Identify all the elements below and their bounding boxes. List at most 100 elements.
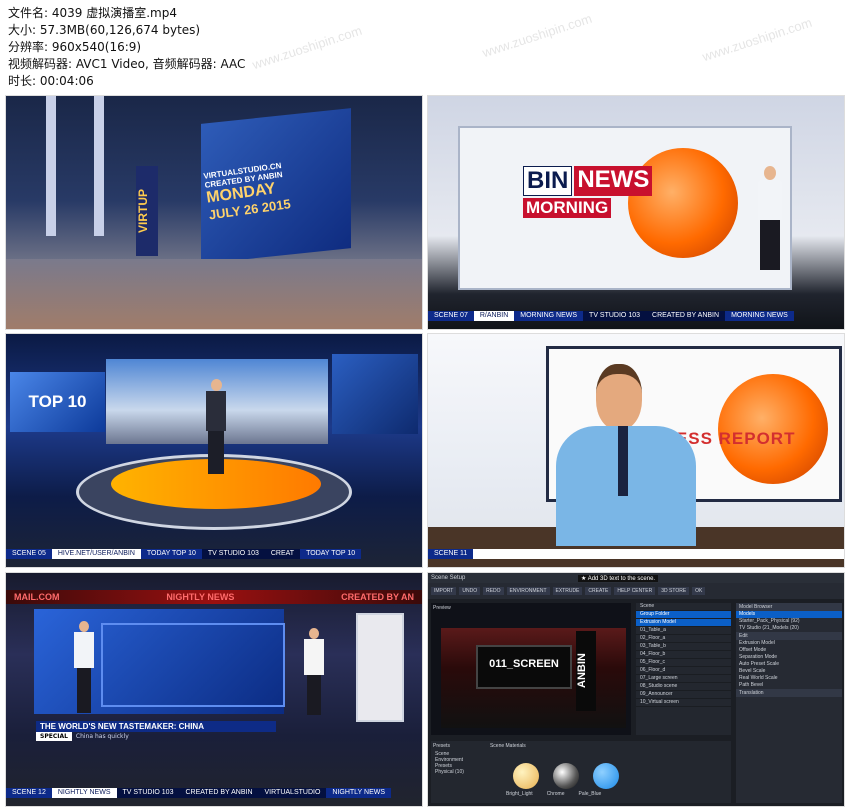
create-button[interactable]: CREATE [585, 587, 612, 595]
model-browser-label: Model Browser [736, 603, 842, 611]
info-codec: 视频解码器: AVC1 Video, 音频解码器: AAC [8, 57, 246, 71]
screen-inset [101, 623, 285, 707]
news-ticker: SCENE 12 NIGHTLY NEWS TV STUDIO 103 CREA… [6, 788, 422, 798]
news-ticker: SCENE 05 HIVE.NET/USER/ANBIN TODAY TOP 1… [6, 549, 422, 559]
edit-row[interactable]: Auto Preset Scale [736, 661, 842, 668]
ticker-item: CREATED BY ANBIN [646, 311, 726, 321]
logo-news: NEWS [574, 166, 653, 196]
material-bright-light[interactable] [513, 763, 539, 789]
redo-button[interactable]: REDO [483, 587, 504, 595]
scene-materials-label: Scene Materials [489, 743, 526, 749]
presenter [758, 166, 782, 276]
studio-pillar [94, 96, 104, 236]
banner-mid: NIGHTLY NEWS [166, 592, 235, 602]
ticker-scene: SCENE 05 [6, 549, 52, 559]
model-row[interactable]: Starter_Pack_Physical (92) [736, 618, 842, 625]
material-label: Pale_Blue [578, 791, 602, 797]
thumbnail-1[interactable]: VIRTUP VIRTUALSTUDIO.CN CREATED BY ANBIN… [5, 95, 423, 330]
edit-row[interactable]: Extrusion Model [736, 640, 842, 647]
environment-button[interactable]: ENVIRONMENT [506, 587, 550, 595]
portrait-frame [356, 613, 404, 722]
info-size: 大小: 57.3MB(60,126,674 bytes) [8, 23, 201, 37]
help-center-button[interactable]: HELP CENTER [614, 587, 656, 595]
info-resolution: 分辨率: 960x540(16:9) [8, 40, 142, 54]
scene-row[interactable]: 03_Table_b [636, 643, 731, 651]
ticker-item: CREAT [264, 549, 301, 559]
material-chrome[interactable] [553, 763, 579, 789]
banner-left: MAIL.COM [14, 592, 60, 602]
edit-row[interactable]: Separation Mode [736, 654, 842, 661]
thumbnail-3[interactable]: TOP 10 SCENE 05 HIVE.NET/USER/ANBIN TODA… [5, 333, 423, 568]
tooltip: ★ Add 3D text to the scene. [578, 575, 659, 582]
ticker-item: R/ANBIN [473, 311, 515, 321]
ok-button[interactable]: OK [692, 587, 706, 595]
banner-right: CREATED BY AN [341, 592, 414, 602]
watermark: www.zuoshipin.com [250, 22, 364, 73]
translation-label: Translation [736, 689, 842, 697]
top10-panel: TOP 10 [10, 372, 105, 432]
logo-bin: BIN [523, 166, 573, 196]
ticker-scene: SCENE 07 [428, 311, 474, 321]
model-row[interactable]: TV Studio (21_Models (20) [736, 625, 842, 632]
news-ticker: SCENE 07 R/ANBIN MORNING NEWS TV STUDIO … [428, 311, 844, 321]
scene-row[interactable]: Group Folder [636, 611, 731, 619]
preview-screen-text: 011_SCREEN [476, 645, 572, 689]
presets-label: Presets [433, 743, 450, 749]
scene-row[interactable]: 10_Virtual screen [636, 699, 731, 707]
watermark: www.zuoshipin.com [700, 14, 814, 65]
info-header: 文件名: 4039 虚拟演播室.mp4 大小: 57.3MB(60,126,67… [8, 5, 245, 90]
top-banner: MAIL.COM NIGHTLY NEWS CREATED BY AN [6, 590, 422, 604]
scene-panel: Scene Group Folder Extrusion Model 01_Ta… [636, 603, 731, 735]
ticker-item: HIVE.NET/USER/ANBIN [51, 549, 141, 559]
scene-row[interactable]: Extrusion Model [636, 619, 731, 627]
scene-row[interactable]: 07_Large screen [636, 675, 731, 683]
import-button[interactable]: IMPORT [431, 587, 457, 595]
news-ticker: SCENE 11 [428, 549, 844, 559]
side-panel: Model Browser Models Starter_Pack_Physic… [736, 603, 842, 803]
presenter-male [74, 621, 94, 713]
side-panel [332, 354, 418, 434]
model-row[interactable]: Models [736, 611, 842, 618]
undo-button[interactable]: UNDO [459, 587, 481, 595]
toolbar: IMPORT UNDO REDO ENVIRONMENT EXTRUDE CRE… [428, 583, 844, 599]
scene-row[interactable]: 01_Table_a [636, 627, 731, 635]
studio-pillar [46, 96, 56, 236]
ticker-item: MORNING NEWS [725, 311, 794, 321]
ticker-item: TV STUDIO 103 [583, 311, 647, 321]
ticker-item: MORNING NEWS [514, 311, 584, 321]
headline: THE WORLD'S NEW TASTEMAKER: CHINA [36, 721, 276, 732]
edit-row[interactable]: Real World Scale [736, 675, 842, 682]
extrude-button[interactable]: EXTRUDE [552, 587, 583, 595]
ticker-scene: SCENE 12 [6, 788, 52, 798]
scene-row[interactable]: 05_Floor_c [636, 659, 731, 667]
preview-panel[interactable]: Preview 011_SCREEN ANBIN [431, 603, 631, 735]
preset-tree-item[interactable]: Physical (10) [435, 769, 731, 775]
scene-row[interactable]: 02_Floor_a [636, 635, 731, 643]
edit-row[interactable]: Path Bevel [736, 682, 842, 689]
ticker-item: VIRTUALSTUDIO [258, 788, 327, 798]
presenter-female [304, 628, 324, 715]
ticker-item: TODAY TOP 10 [140, 549, 202, 559]
material-pale-blue[interactable] [593, 763, 619, 789]
lower-third: THE WORLD'S NEW TASTEMAKER: CHINA SPECIA… [36, 721, 276, 743]
scene-row[interactable]: 06_Floor_d [636, 667, 731, 675]
info-filename: 文件名: 4039 虚拟演播室.mp4 [8, 6, 177, 20]
vertical-label: VIRTUP [136, 166, 158, 256]
material-label: Bright_Light [506, 791, 533, 797]
scene-row[interactable]: 08_Studio scene [636, 683, 731, 691]
info-duration: 时长: 00:04:06 [8, 74, 94, 88]
scene-row[interactable]: 09_Announcer [636, 691, 731, 699]
thumbnail-4[interactable]: BUSINESS REPORT SCENE 11 [427, 333, 845, 568]
edit-row[interactable]: Offset Mode [736, 647, 842, 654]
ticker-item: NIGHTLY NEWS [51, 788, 117, 798]
3d-store-button[interactable]: 3D STORE [658, 587, 690, 595]
scene-row[interactable]: 04_Floor_b [636, 651, 731, 659]
thumbnail-5[interactable]: MAIL.COM NIGHTLY NEWS CREATED BY AN THE … [5, 572, 423, 807]
logo-morning: MORNING [523, 198, 612, 218]
presenter [206, 379, 226, 474]
edit-row[interactable]: Bevel Scale [736, 668, 842, 675]
material-label: Chrome [546, 791, 565, 797]
thumbnail-2[interactable]: BIN NEWS MORNING SCENE 07 R/ANBIN MORNIN… [427, 95, 845, 330]
ticker-item: TODAY TOP 10 [300, 549, 362, 559]
thumbnail-6[interactable]: Scene Setup ★ Add 3D text to the scene. … [427, 572, 845, 807]
